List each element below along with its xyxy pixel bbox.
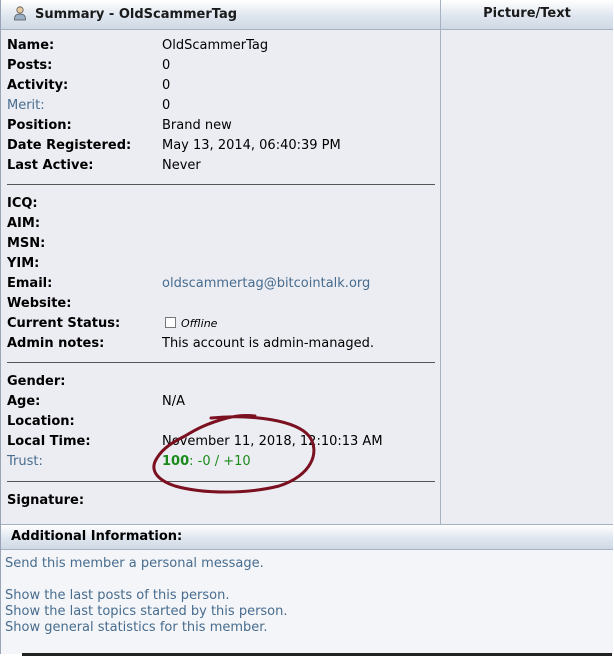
profile-table: Summary - OldScammerTag Picture/Text Nam…: [1, 0, 613, 524]
admin-notes-value: This account is admin-managed.: [162, 336, 375, 351]
email-label: Email:: [7, 276, 53, 291]
divider: [7, 362, 435, 363]
icq-label: ICQ:: [7, 196, 38, 211]
gender-label: Gender:: [7, 374, 66, 389]
merit-value: 0: [162, 98, 171, 113]
send-pm-link[interactable]: Send this member a personal message.: [5, 556, 264, 571]
activity-value: 0: [162, 78, 171, 93]
age-label: Age:: [7, 394, 41, 409]
yim-label: YIM:: [7, 256, 40, 271]
merit-link[interactable]: Merit:: [7, 98, 45, 113]
date-registered-value: May 13, 2014, 06:40:39 PM: [162, 138, 341, 153]
last-active-value: Never: [162, 158, 201, 173]
picture-text-header: Picture/Text: [441, 0, 613, 30]
date-registered-label: Date Registered:: [7, 138, 132, 153]
annotation-circle: [152, 413, 316, 494]
last-posts-link[interactable]: Show the last posts of this person.: [5, 588, 229, 603]
position-value: Brand new: [162, 118, 232, 133]
name-value: OldScammerTag: [162, 38, 269, 53]
local-time-label: Local Time:: [7, 434, 91, 449]
status-text: Offline: [181, 317, 218, 330]
activity-label: Activity:: [7, 78, 69, 93]
posts-label: Posts:: [7, 58, 53, 73]
website-label: Website:: [7, 296, 72, 311]
age-value: N/A: [162, 394, 185, 409]
current-status-value: Offline: [165, 316, 217, 331]
name-label: Name:: [7, 38, 55, 53]
position-label: Position:: [7, 118, 72, 133]
posts-value: 0: [162, 58, 171, 73]
admin-notes-label: Admin notes:: [7, 336, 105, 351]
email-link[interactable]: oldscammertag@bitcointalk.org: [162, 276, 370, 291]
additional-info-body: Send this member a personal message. Sho…: [1, 550, 613, 654]
divider: [7, 184, 435, 185]
last-topics-link[interactable]: Show the last topics started by this per…: [5, 604, 288, 619]
profile-frame: Summary - OldScammerTag Picture/Text Nam…: [0, 0, 613, 654]
trust-link[interactable]: Trust:: [7, 454, 43, 469]
summary-header: Summary - OldScammerTag: [1, 0, 441, 30]
current-status-label: Current Status:: [7, 316, 121, 331]
user-icon: [14, 6, 26, 21]
picture-text-pane: [441, 30, 613, 524]
location-label: Location:: [7, 414, 75, 429]
additional-info-header: Additional Information:: [1, 524, 613, 550]
signature-label: Signature:: [7, 493, 85, 508]
summary-title: Summary - OldScammerTag: [35, 7, 238, 22]
msn-label: MSN:: [7, 236, 46, 251]
offline-checkbox-icon: [165, 317, 176, 328]
statistics-link[interactable]: Show general statistics for this member.: [5, 620, 268, 635]
aim-label: AIM:: [7, 216, 41, 231]
last-active-label: Last Active:: [7, 158, 94, 173]
